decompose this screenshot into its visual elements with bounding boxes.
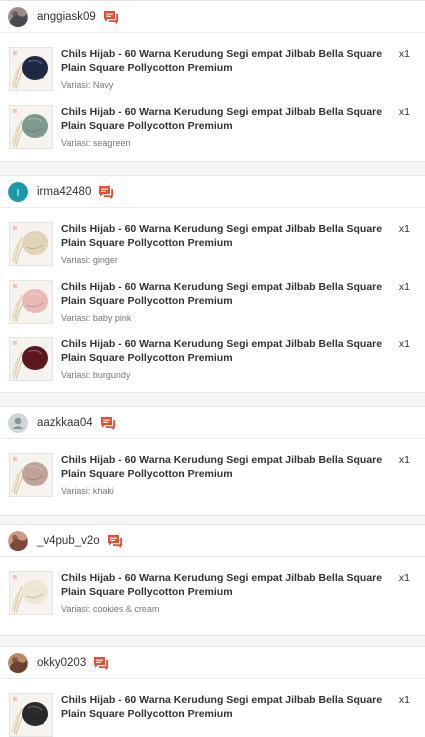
product-variant: Variasi: ginger	[61, 255, 118, 265]
chat-bubble-icon[interactable]	[93, 416, 116, 430]
item-quantity: x1	[398, 223, 410, 235]
order-card: okky0203 Chils Hijab - 60 Warna Kerudung…	[0, 646, 425, 737]
item-quantity: x1	[398, 572, 410, 584]
avatar[interactable]	[8, 412, 28, 433]
order-header: anggiask09	[0, 1, 425, 33]
chat-bubble-icon[interactable]	[96, 10, 119, 24]
product-title[interactable]: Chils Hijab - 60 Warna Kerudung Segi emp…	[61, 453, 401, 481]
product-variant: Variasi: khaki	[61, 486, 114, 496]
order-item[interactable]: Chils Hijab - 60 Warna Kerudung Segi emp…	[0, 571, 425, 621]
product-title[interactable]: Chils Hijab - 60 Warna Kerudung Segi emp…	[61, 222, 401, 250]
order-item[interactable]: Chils Hijab - 60 Warna Kerudung Segi emp…	[0, 693, 425, 737]
order-card: anggiask09 Chils Hijab - 60 Warna Kerudu…	[0, 0, 425, 162]
product-variant: Variasi: seagreen	[61, 137, 131, 148]
item-quantity: x1	[398, 280, 410, 293]
order-header: _v4pub_v2o	[0, 525, 425, 557]
chat-bubble-icon[interactable]	[91, 185, 114, 199]
product-title[interactable]: Chils Hijab - 60 Warna Kerudung Segi emp…	[61, 337, 401, 365]
product-variant: Variasi: baby pink	[61, 312, 132, 323]
avatar[interactable]	[8, 6, 28, 27]
item-quantity: x1	[398, 105, 410, 118]
product-title[interactable]: Chils Hijab - 60 Warna Kerudung Segi emp…	[61, 105, 401, 133]
product-thumbnail[interactable]	[9, 222, 53, 266]
product-thumbnail[interactable]	[9, 47, 53, 91]
product-thumbnail[interactable]	[9, 453, 53, 497]
order-item[interactable]: Chils Hijab - 60 Warna Kerudung Segi emp…	[0, 222, 425, 272]
buyer-username[interactable]: aazkkaa04	[37, 417, 93, 429]
order-header: okky0203	[0, 647, 425, 679]
product-thumbnail[interactable]	[9, 279, 53, 324]
order-item[interactable]: Chils Hijab - 60 Warna Kerudung Segi emp…	[0, 453, 425, 503]
product-thumbnail[interactable]	[9, 571, 53, 615]
order-item[interactable]: Chils Hijab - 60 Warna Kerudung Segi emp…	[0, 279, 425, 330]
product-variant: Variasi: burgundy	[61, 370, 131, 380]
order-item[interactable]: Chils Hijab - 60 Warna Kerudung Segi emp…	[0, 104, 425, 155]
order-header: Iirma42480	[0, 176, 425, 208]
buyer-username[interactable]: okky0203	[37, 657, 86, 669]
order-header: aazkkaa04	[0, 407, 425, 439]
product-title[interactable]: Chils Hijab - 60 Warna Kerudung Segi emp…	[61, 47, 401, 75]
product-title[interactable]: Chils Hijab - 60 Warna Kerudung Segi emp…	[61, 280, 401, 308]
chat-bubble-icon[interactable]	[86, 656, 109, 670]
order-card: _v4pub_v2o Chils Hijab - 60 Warna Kerudu…	[0, 524, 425, 636]
item-quantity: x1	[398, 694, 410, 706]
product-variant: Variasi: cookies & cream	[61, 604, 160, 614]
order-item[interactable]: Chils Hijab - 60 Warna Kerudung Segi emp…	[0, 47, 425, 97]
item-quantity: x1	[398, 338, 410, 350]
svg-text:I: I	[17, 188, 20, 199]
product-thumbnail[interactable]	[9, 104, 53, 149]
order-card: Iirma42480 Chils Hijab - 60 Warna Kerudu…	[0, 175, 425, 393]
product-variant: Variasi: Navy	[61, 80, 114, 90]
buyer-username[interactable]: anggiask09	[37, 11, 96, 23]
item-quantity: x1	[398, 454, 410, 466]
avatar[interactable]	[8, 530, 28, 551]
chat-bubble-icon[interactable]	[100, 534, 123, 548]
product-title[interactable]: Chils Hijab - 60 Warna Kerudung Segi emp…	[61, 571, 401, 599]
item-quantity: x1	[398, 48, 410, 60]
buyer-username[interactable]: irma42480	[37, 186, 91, 198]
product-title[interactable]: Chils Hijab - 60 Warna Kerudung Segi emp…	[61, 693, 401, 721]
buyer-username[interactable]: _v4pub_v2o	[37, 535, 100, 547]
order-item[interactable]: Chils Hijab - 60 Warna Kerudung Segi emp…	[0, 337, 425, 387]
order-card: aazkkaa04 Chils Hijab - 60 Warna Kerudun…	[0, 406, 425, 516]
avatar[interactable]	[8, 652, 28, 673]
product-thumbnail[interactable]	[9, 693, 53, 737]
avatar[interactable]: I	[8, 181, 28, 202]
product-thumbnail[interactable]	[9, 337, 53, 381]
